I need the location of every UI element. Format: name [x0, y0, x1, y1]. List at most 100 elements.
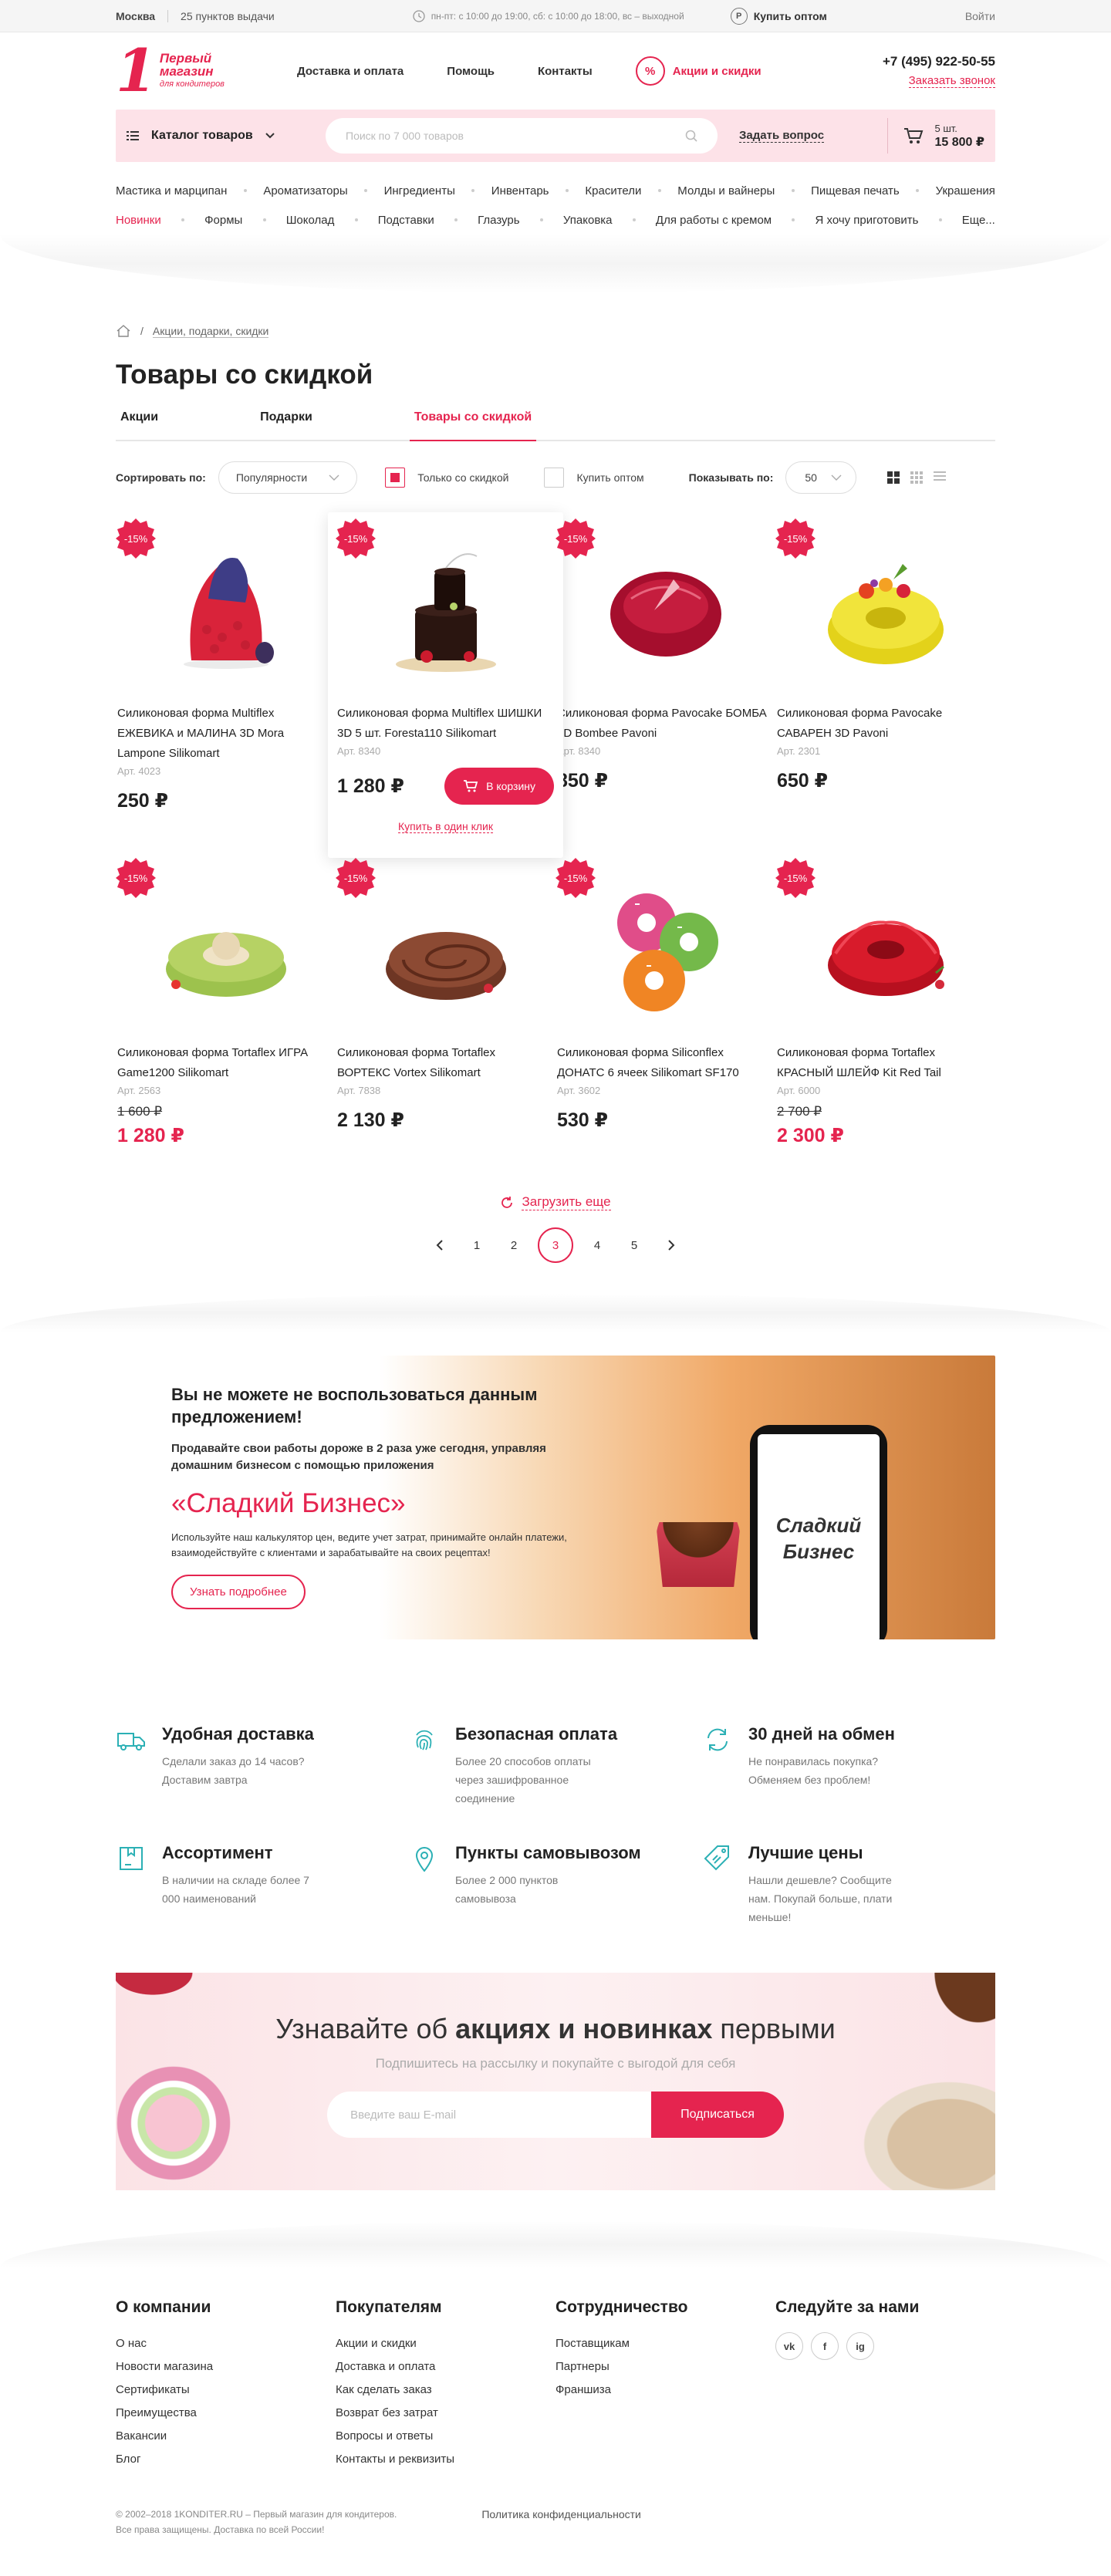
home-icon[interactable]	[116, 324, 131, 338]
category-link[interactable]: Еще...	[962, 214, 995, 227]
category-link[interactable]: Подставки	[378, 214, 434, 227]
footer-link[interactable]: Сертификаты	[116, 2378, 336, 2402]
callback-link[interactable]: Заказать звонок	[908, 74, 995, 88]
search-input[interactable]: Поиск по 7 000 товаров	[326, 118, 718, 154]
app-promo-banner: Вы не можете не воспользоваться данным п…	[116, 1356, 995, 1639]
footer-link[interactable]: Преимущества	[116, 2402, 336, 2425]
add-to-cart-button[interactable]: В корзину	[444, 768, 554, 805]
nav-help[interactable]: Помощь	[447, 65, 495, 78]
category-link[interactable]: Шоколад	[286, 214, 335, 227]
product-card[interactable]: -15% Силиконовая форма Pavocake САВАРЕН 3…	[775, 518, 995, 835]
footer-social-column: Следуйте за нами vk f ig	[775, 2298, 995, 2471]
category-link[interactable]: Пищевая печать	[811, 184, 900, 198]
page-link[interactable]: 2	[501, 1227, 527, 1263]
footer-links: Поставщикам Партнеры Франшиза	[556, 2332, 775, 2402]
product-name[interactable]: Силиконовая форма Tortaflex ВОРТЕКС Vort…	[337, 1043, 554, 1083]
facebook-icon[interactable]: f	[811, 2332, 839, 2360]
category-link[interactable]: Молды и вайнеры	[677, 184, 775, 198]
category-link[interactable]: Глазурь	[478, 214, 519, 227]
only-discount-checkbox[interactable]: Только со скидкой	[385, 468, 508, 488]
category-link[interactable]: Новинки	[116, 214, 161, 227]
login-link[interactable]: Войти	[965, 10, 995, 22]
category-link[interactable]: Мастика и марципан	[116, 184, 227, 198]
product-name[interactable]: Силиконовая форма Tortaflex ИГРА Game120…	[117, 1043, 334, 1083]
cart-button[interactable]: 5 шт. 15 800 ₽	[887, 118, 984, 154]
separator-dot	[792, 218, 795, 221]
page-link[interactable]: 5	[621, 1227, 647, 1263]
footer-link[interactable]: Новости магазина	[116, 2355, 336, 2378]
footer-link[interactable]: Франшиза	[556, 2378, 775, 2402]
benefit-text-block: Ассортимент В наличии на складе более 7 0…	[162, 1843, 316, 1926]
nav-delivery[interactable]: Доставка и оплата	[297, 65, 404, 78]
footer-link[interactable]: Блог	[116, 2448, 336, 2471]
category-link[interactable]: Упаковка	[563, 214, 613, 227]
category-link[interactable]: Я хочу приготовить	[815, 214, 918, 227]
product-card[interactable]: -15% Силиконовая форма Siliconflex ДОНАТС…	[556, 858, 775, 1174]
tab-gifts[interactable]: Подарки	[255, 410, 317, 440]
product-name[interactable]: Силиконовая форма Multiflex ШИШКИ 3D 5 ш…	[337, 704, 554, 744]
sort-select[interactable]: Популярности	[218, 461, 358, 494]
logo[interactable]: 1 Первый магазин для кондитеров	[116, 42, 231, 100]
grid-view-icon[interactable]	[886, 471, 900, 484]
city-selector[interactable]: Москва	[116, 10, 155, 22]
phone-screen: Сладкий Бизнес	[758, 1434, 880, 1639]
footer-link[interactable]: Поставщикам	[556, 2332, 775, 2355]
tab-discounted[interactable]: Товары со скидкой	[409, 410, 537, 441]
category-link[interactable]: Для работы с кремом	[656, 214, 772, 227]
category-link[interactable]: Украшения	[936, 184, 995, 198]
one-click-buy[interactable]: Купить в один клик	[337, 820, 554, 833]
catalog-button[interactable]: Каталог товаров	[127, 129, 326, 143]
privacy-policy-link[interactable]: Политика конфиденциальности	[481, 2507, 641, 2537]
list-view-icon[interactable]	[933, 471, 946, 484]
product-card[interactable]: -15% Силиконовая форма Tortaflex ИГРА Gam…	[116, 858, 336, 1174]
subscribe-button[interactable]: Подписаться	[651, 2092, 784, 2138]
vk-icon[interactable]: vk	[775, 2332, 803, 2360]
footer-link[interactable]: Контакты и реквизиты	[336, 2448, 556, 2471]
footer-link[interactable]: Доставка и оплата	[336, 2355, 556, 2378]
footer-link[interactable]: Вопросы и ответы	[336, 2425, 556, 2448]
product-name[interactable]: Силиконовая форма Pavocake САВАРЕН 3D Pa…	[777, 704, 994, 744]
nav-contacts[interactable]: Контакты	[538, 65, 593, 78]
search-icon[interactable]	[685, 130, 697, 142]
load-more-button[interactable]: Загрузить еще	[116, 1194, 995, 1210]
product-card[interactable]: -15% Силиконовая форма Tortaflex КРАСНЫЙ …	[775, 858, 995, 1174]
per-page-select[interactable]: 50	[785, 461, 856, 494]
footer-link[interactable]: Возврат без затрат	[336, 2402, 556, 2425]
breadcrumb-current[interactable]: Акции, подарки, скидки	[152, 325, 269, 338]
product-card[interactable]: -15% Силиконовая форма Multiflex ЕЖЕВИКА …	[116, 518, 336, 835]
page-link[interactable]: 1	[464, 1227, 490, 1263]
tab-promotions[interactable]: Акции	[116, 410, 163, 440]
small-grid-view-icon[interactable]	[910, 471, 923, 484]
product-sku: Арт. 8340	[337, 745, 381, 757]
product-name[interactable]: Силиконовая форма Siliconflex ДОНАТС 6 я…	[557, 1043, 774, 1083]
wholesale-checkbox[interactable]: Купить оптом	[544, 468, 644, 488]
product-card[interactable]: -15% Силиконовая форма Pavocake БОМБА 3D …	[556, 518, 775, 835]
category-link[interactable]: Красители	[585, 184, 641, 198]
wholesale-link[interactable]: Р Купить оптом	[730, 8, 827, 25]
product-name[interactable]: Силиконовая форма Multiflex ЕЖЕВИКА и МА…	[117, 704, 334, 764]
page-current[interactable]: 3	[538, 1227, 573, 1263]
footer-link[interactable]: Как сделать заказ	[336, 2378, 556, 2402]
next-page-icon[interactable]	[658, 1227, 684, 1263]
phone-number[interactable]: +7 (495) 922-50-55	[883, 54, 995, 69]
promo-link[interactable]: % Акции и скидки	[635, 56, 761, 86]
category-link[interactable]: Формы	[204, 214, 242, 227]
footer-link[interactable]: О нас	[116, 2332, 336, 2355]
product-card[interactable]: -15% Силиконовая форма Multiflex ШИШКИ 3D…	[328, 512, 563, 858]
learn-more-button[interactable]: Узнать подробнее	[171, 1575, 306, 1609]
footer-link[interactable]: Партнеры	[556, 2355, 775, 2378]
prev-page-icon[interactable]	[427, 1227, 453, 1263]
ask-question-link[interactable]: Задать вопрос	[739, 129, 825, 143]
email-field[interactable]: Введите ваш E-mail	[327, 2092, 667, 2138]
category-link[interactable]: Инвентарь	[491, 184, 549, 198]
product-name[interactable]: Силиконовая форма Pavocake БОМБА 3D Bomb…	[557, 704, 774, 744]
category-link[interactable]: Ингредиенты	[384, 184, 455, 198]
product-name[interactable]: Силиконовая форма Tortaflex КРАСНЫЙ ШЛЕЙ…	[777, 1043, 994, 1083]
instagram-icon[interactable]: ig	[846, 2332, 874, 2360]
pickup-points-link[interactable]: 25 пунктов выдачи	[181, 10, 275, 22]
footer-link[interactable]: Вакансии	[116, 2425, 336, 2448]
page-link[interactable]: 4	[584, 1227, 610, 1263]
category-link[interactable]: Ароматизаторы	[263, 184, 347, 198]
footer-link[interactable]: Акции и скидки	[336, 2332, 556, 2355]
product-card[interactable]: -15% Силиконовая форма Tortaflex ВОРТЕКС …	[336, 858, 556, 1174]
